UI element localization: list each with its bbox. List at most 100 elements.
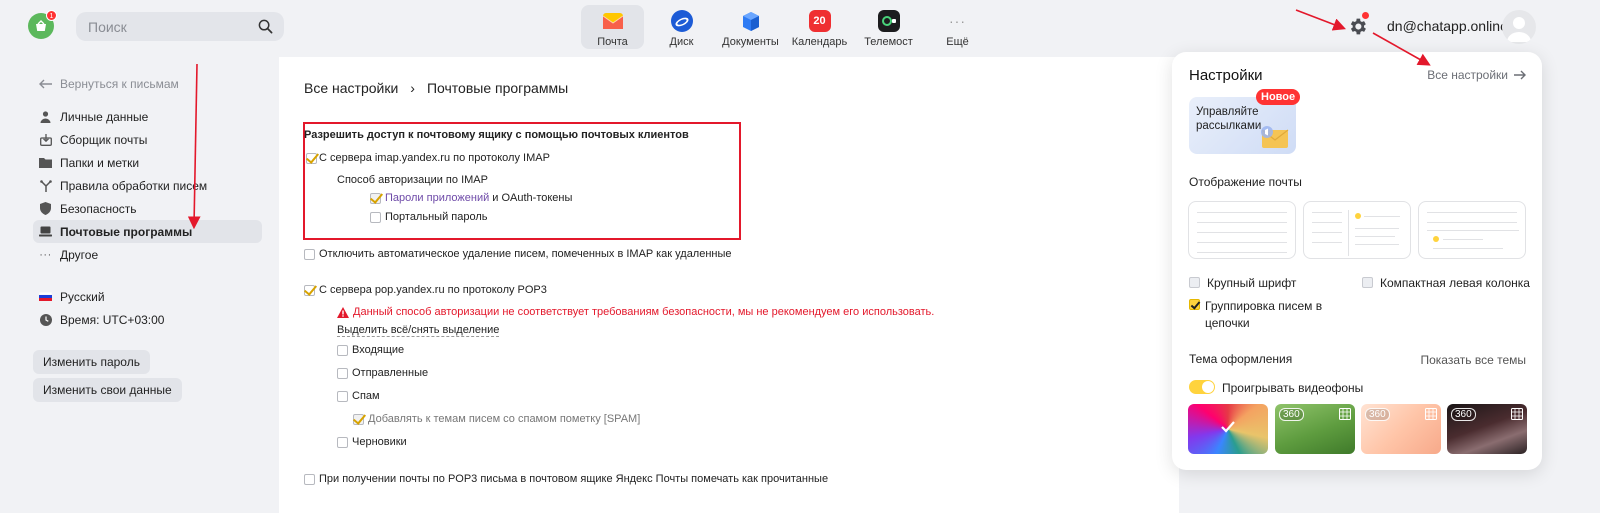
avatar[interactable] xyxy=(1502,10,1536,44)
panel-title: Настройки xyxy=(1189,67,1263,84)
mark-read-checkbox[interactable] xyxy=(304,474,315,485)
promo-text: Управляйте рассылками xyxy=(1196,106,1262,132)
portal-password-label: Портальный пароль xyxy=(385,211,488,223)
imap-checkbox[interactable] xyxy=(306,153,317,164)
service-more[interactable]: ··· Ещё xyxy=(923,5,992,49)
clock-icon xyxy=(39,313,52,326)
service-label: Почта xyxy=(597,36,628,48)
chevron-right-icon: › xyxy=(410,80,415,96)
sidebar-item-label: Почтовые программы xyxy=(60,224,193,239)
quick-settings-panel: Настройки Все настройки Управляйте рассы… xyxy=(1172,52,1542,470)
theme-peach[interactable]: 360 xyxy=(1361,404,1441,454)
search-box[interactable] xyxy=(76,12,284,41)
compact-column-checkbox[interactable] xyxy=(1362,277,1373,288)
sidebar-item-label: Папки и метки xyxy=(60,155,140,170)
search-input[interactable] xyxy=(76,12,284,41)
language-selector[interactable]: Русский xyxy=(33,285,262,308)
theme-title: Тема оформления xyxy=(1189,352,1293,366)
layout-option-list[interactable] xyxy=(1188,201,1296,259)
change-password-button[interactable]: Изменить пароль xyxy=(33,350,150,374)
pop3-warning: Данный способ авторизации не соответству… xyxy=(353,306,935,318)
drafts-checkbox[interactable] xyxy=(337,437,348,448)
sidebar-item-security[interactable]: Безопасность xyxy=(33,197,262,220)
check-icon xyxy=(1221,421,1235,433)
app-logo[interactable]: 1 xyxy=(28,10,57,39)
spam-tag-checkbox[interactable] xyxy=(353,414,364,425)
settings-sidebar: Вернуться к письмам Личные данные Сборщи… xyxy=(17,57,279,513)
calendar-icon: 20 xyxy=(808,10,831,32)
allow-access-title: Разрешить доступ к почтовому ящику с пом… xyxy=(304,129,689,141)
portal-password-checkbox[interactable] xyxy=(370,212,381,223)
service-mail[interactable]: Почта xyxy=(581,5,644,49)
video-bg-label: Проигрывать видеофоны xyxy=(1222,381,1364,395)
user-email[interactable]: dn@chatapp.online xyxy=(1387,18,1508,34)
search-icon[interactable] xyxy=(258,19,273,34)
disable-autodelete-label: Отключить автоматическое удаление писем,… xyxy=(319,248,732,260)
language-label: Русский xyxy=(60,289,105,304)
large-font-checkbox[interactable] xyxy=(1189,277,1200,288)
pop3-label: С сервера pop.yandex.ru по протоколу POP… xyxy=(319,284,547,296)
change-data-button[interactable]: Изменить свои данные xyxy=(33,378,182,402)
service-telemost[interactable]: Телемост xyxy=(854,5,923,49)
large-font-label: Крупный шрифт xyxy=(1207,276,1297,290)
laptop-icon xyxy=(39,225,52,238)
app-passwords-link[interactable]: Пароли приложений xyxy=(385,192,489,204)
folder-icon xyxy=(39,156,52,169)
inbox-download-icon xyxy=(39,133,52,146)
theme-360-badge: 360 xyxy=(1451,408,1476,421)
rules-icon xyxy=(39,179,52,192)
video-bg-toggle[interactable] xyxy=(1189,380,1215,394)
sidebar-item-mail-clients[interactable]: Почтовые программы xyxy=(33,220,262,243)
disable-autodelete-checkbox[interactable] xyxy=(304,249,315,260)
service-disk[interactable]: Диск xyxy=(647,5,716,49)
arrow-right-icon xyxy=(1514,70,1526,80)
layout-option-split[interactable] xyxy=(1303,201,1411,259)
theme-grass[interactable]: 360 xyxy=(1275,404,1355,454)
video-icon xyxy=(1339,408,1351,420)
russian-flag-icon xyxy=(39,290,52,303)
top-bar: 1 Почта Диск xyxy=(0,0,1600,54)
inbox-checkbox[interactable] xyxy=(337,345,348,356)
sidebar-item-other[interactable]: ··· Другое xyxy=(33,243,262,266)
timezone-selector[interactable]: Время: UTC+03:00 xyxy=(33,308,262,331)
sidebar-item-personal[interactable]: Личные данные xyxy=(33,105,262,128)
sidebar-item-rules[interactable]: Правила обработки писем xyxy=(33,174,262,197)
all-settings-label: Все настройки xyxy=(1427,68,1508,82)
show-all-themes-link[interactable]: Показать все темы xyxy=(1420,353,1526,367)
dots-icon: ··· xyxy=(39,248,52,261)
theme-colorful[interactable] xyxy=(1188,404,1268,454)
shield-icon xyxy=(39,202,52,215)
breadcrumb-root[interactable]: Все настройки xyxy=(304,80,398,96)
manage-subscriptions-card[interactable]: Управляйте рассылками xyxy=(1189,97,1296,154)
service-label: Диск xyxy=(669,36,694,48)
video-icon xyxy=(1425,408,1437,420)
inbox-label: Входящие xyxy=(352,344,405,356)
select-all-link[interactable]: Выделить всё/снять выделение xyxy=(337,324,500,337)
pop3-checkbox[interactable] xyxy=(304,285,315,296)
settings-nav: Личные данные Сборщик почты Папки и метк… xyxy=(33,105,262,266)
app-passwords-checkbox[interactable] xyxy=(370,193,381,204)
layout-option-bottom[interactable] xyxy=(1418,201,1526,259)
sidebar-item-folders[interactable]: Папки и метки xyxy=(33,151,262,174)
sidebar-item-label: Сборщик почты xyxy=(60,132,148,147)
back-link-label: Вернуться к письмам xyxy=(60,77,179,91)
gear-icon[interactable] xyxy=(1347,16,1368,37)
theme-360-badge: 360 xyxy=(1365,408,1390,421)
service-calendar[interactable]: 20 Календарь xyxy=(785,5,854,49)
theme-dark[interactable]: 360 xyxy=(1447,404,1527,454)
all-settings-link[interactable]: Все настройки xyxy=(1427,68,1526,82)
warning-icon xyxy=(337,307,349,318)
locale-settings: Русский Время: UTC+03:00 xyxy=(33,285,262,331)
service-documents[interactable]: Документы xyxy=(716,5,785,49)
sent-checkbox[interactable] xyxy=(337,368,348,379)
back-to-mail-link[interactable]: Вернуться к письмам xyxy=(39,77,179,91)
service-label: Календарь xyxy=(791,36,848,48)
main-content: Все настройки › Почтовые программы Разре… xyxy=(279,57,1179,513)
service-switcher: Почта Диск Документы 20 Календарь Телемо… xyxy=(581,5,992,51)
sidebar-item-collector[interactable]: Сборщик почты xyxy=(33,128,262,151)
display-title: Отображение почты xyxy=(1189,175,1302,189)
mark-read-label: При получении почты по POP3 письма в поч… xyxy=(319,473,829,485)
spam-checkbox[interactable] xyxy=(337,391,348,402)
arrow-left-icon xyxy=(39,79,52,89)
group-threads-checkbox[interactable] xyxy=(1189,299,1200,310)
